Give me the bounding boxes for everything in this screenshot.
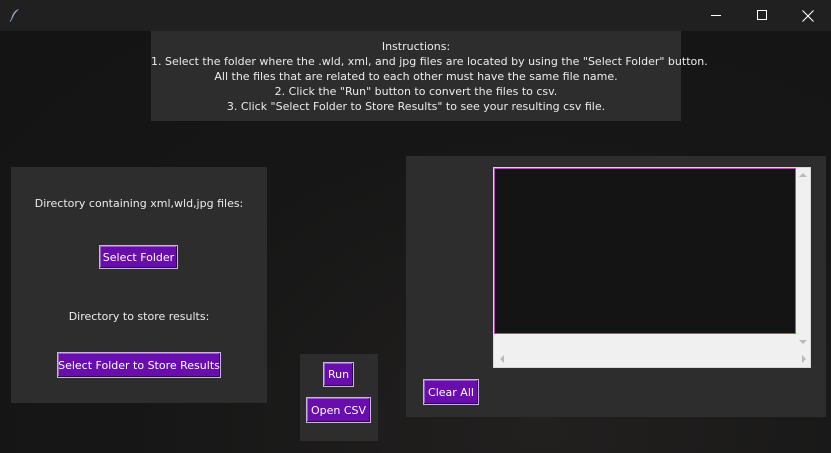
- output-directory-label: Directory to store results:: [68, 310, 210, 323]
- output-panel: Clear All: [406, 156, 826, 417]
- instructions-panel: Instructions: 1. Select the folder where…: [151, 31, 708, 121]
- input-directory-label: Directory containing xml,wld,jpg files:: [34, 197, 244, 210]
- instruction-line: All the files that are related to each o…: [214, 70, 618, 83]
- scroll-left-icon[interactable]: [500, 355, 504, 363]
- open-csv-button[interactable]: Open CSV: [306, 397, 371, 423]
- minimize-button[interactable]: [693, 0, 739, 31]
- run-panel: Run Open CSV: [300, 354, 378, 441]
- maximize-button[interactable]: [739, 0, 785, 31]
- maximize-icon: [756, 10, 767, 20]
- instructions-heading: Instructions:: [381, 40, 451, 53]
- clear-all-button[interactable]: Clear All: [423, 379, 479, 405]
- title-bar: [0, 0, 831, 32]
- scroll-down-icon[interactable]: [799, 340, 807, 344]
- vertical-scrollbar[interactable]: [795, 168, 810, 352]
- instruction-line: 1. Select the folder where the .wld, xml…: [151, 55, 708, 68]
- directory-panel: Directory containing xml,wld,jpg files: …: [11, 167, 267, 403]
- close-button[interactable]: [785, 0, 831, 31]
- output-text-area[interactable]: [494, 168, 796, 334]
- select-folder-button[interactable]: Select Folder: [99, 245, 178, 269]
- minimize-icon: [710, 15, 721, 16]
- instruction-line: 3. Click "Select Folder to Store Results…: [226, 100, 606, 113]
- instruction-line: 2. Click the "Run" button to convert the…: [274, 85, 558, 98]
- horizontal-scrollbar[interactable]: [494, 351, 806, 367]
- run-button[interactable]: Run: [323, 362, 354, 387]
- output-text-frame: [493, 167, 811, 368]
- scroll-up-icon[interactable]: [799, 173, 807, 177]
- feather-icon: [9, 9, 19, 22]
- close-icon: [802, 9, 814, 22]
- scroll-right-icon[interactable]: [802, 355, 806, 363]
- select-output-folder-button[interactable]: Select Folder to Store Results: [57, 352, 221, 378]
- app-window: Instructions: 1. Select the folder where…: [0, 31, 831, 453]
